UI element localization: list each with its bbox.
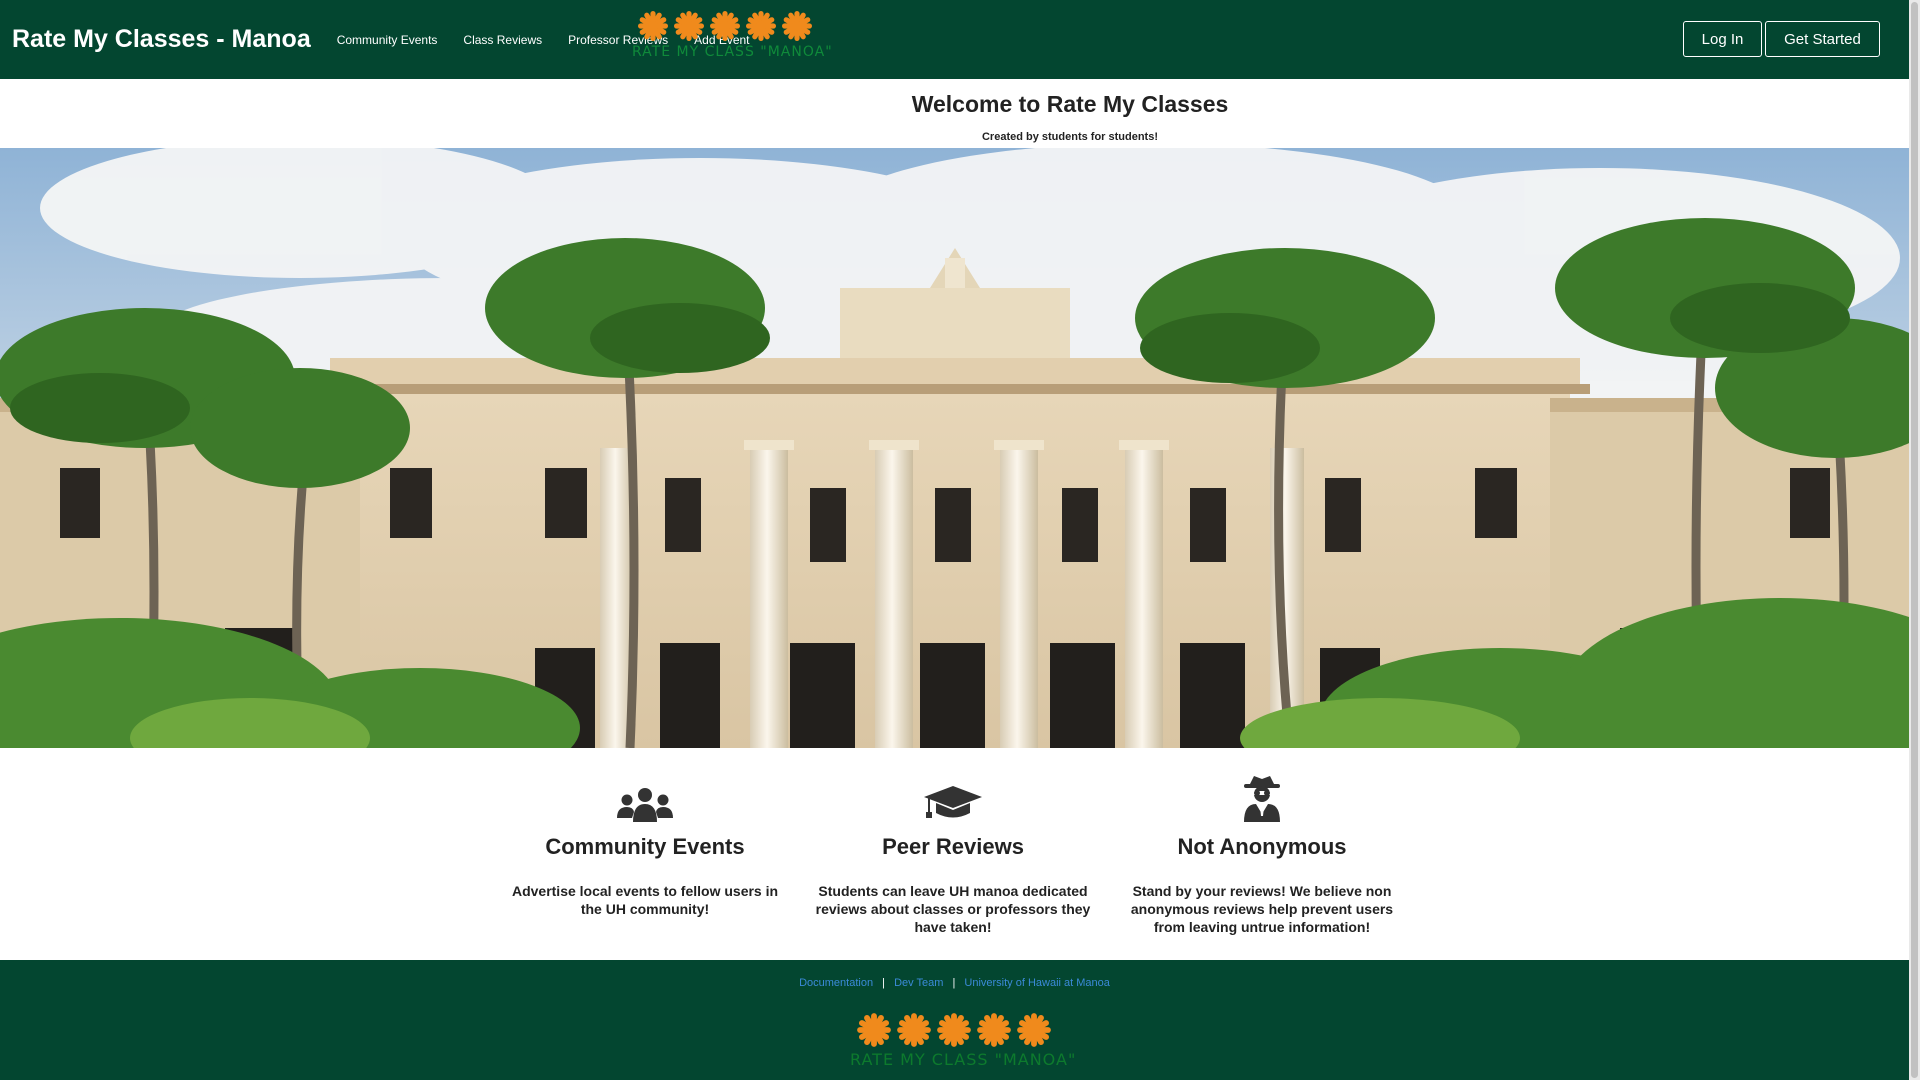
logo-stars <box>850 1012 1058 1048</box>
graduation-cap-icon <box>808 770 1098 822</box>
footer-link-documentation[interactable]: Documentation <box>799 977 873 989</box>
users-icon <box>500 770 790 822</box>
top-navbar: Rate My Classes - Manoa Community Events… <box>0 0 1909 79</box>
hero-campus-image <box>0 148 1909 748</box>
feature-not-anonymous: Not Anonymous Stand by your reviews! We … <box>1117 770 1407 936</box>
asterisk-star-icon <box>1017 1013 1051 1047</box>
asterisk-star-icon <box>897 1013 931 1047</box>
footer-link-uh-manoa[interactable]: University of Hawaii at Manoa <box>964 977 1110 989</box>
footer: Documentation | Dev Team | University of… <box>0 960 1909 1080</box>
footer-separator: | <box>952 977 956 989</box>
footer-separator: | <box>882 977 886 989</box>
asterisk-star-icon <box>781 11 812 41</box>
feature-peer-reviews: Peer Reviews Students can leave UH manoa… <box>808 770 1098 936</box>
feature-text: Students can leave UH manoa dedicated re… <box>815 883 1091 935</box>
feature-text: Advertise local events to fellow users i… <box>511 883 779 917</box>
brand-title[interactable]: Rate My Classes - Manoa <box>12 25 311 54</box>
feature-title: Not Anonymous <box>1177 834 1347 859</box>
asterisk-star-icon <box>937 1013 971 1047</box>
page-title: Welcome to Rate My Classes <box>911 91 1229 117</box>
asterisk-star-icon <box>745 11 776 41</box>
page-scrollbar[interactable] <box>1909 0 1920 1080</box>
logo-text: RATE MY CLASS "MANOA" <box>632 44 833 60</box>
feature-title: Peer Reviews <box>882 834 1024 859</box>
log-in-button[interactable]: Log In <box>1683 21 1762 57</box>
asterisk-star-icon <box>977 1013 1011 1047</box>
asterisk-star-icon <box>637 11 668 41</box>
asterisk-star-icon <box>857 1013 891 1047</box>
logo-text: RATE MY CLASS "MANOA" <box>850 1050 1077 1069</box>
site-logo: RATE MY CLASS "MANOA" <box>632 10 833 72</box>
logo-stars <box>632 10 817 42</box>
user-secret-icon <box>1117 770 1407 822</box>
nav-link-class-reviews[interactable]: Class Reviews <box>463 33 542 47</box>
footer-links: Documentation | Dev Team | University of… <box>0 977 1909 989</box>
scrollbar-thumb[interactable] <box>1911 2 1918 1078</box>
feature-title: Community Events <box>545 834 745 859</box>
feature-text: Stand by your reviews! We believe non an… <box>1130 883 1394 935</box>
asterisk-star-icon <box>673 11 704 41</box>
asterisk-star-icon <box>709 11 740 41</box>
footer-link-dev-team[interactable]: Dev Team <box>894 977 943 989</box>
footer-logo: RATE MY CLASS "MANOA" <box>850 1012 1077 1074</box>
page-subtitle: Created by students for students! <box>981 131 1159 143</box>
nav-link-community-events[interactable]: Community Events <box>337 33 438 47</box>
get-started-button[interactable]: Get Started <box>1765 21 1880 57</box>
feature-community-events: Community Events Advertise local events … <box>500 770 790 918</box>
auth-buttons: Log In Get Started <box>1683 21 1880 57</box>
